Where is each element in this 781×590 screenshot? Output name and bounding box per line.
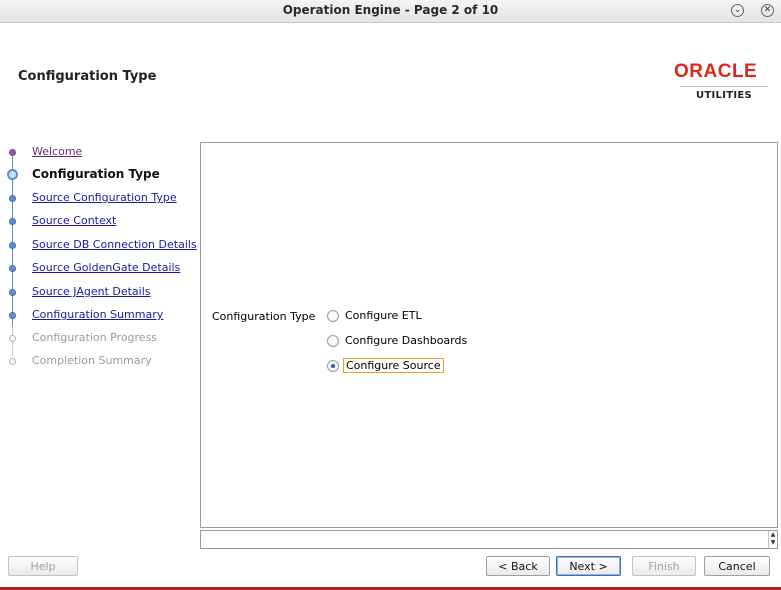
step-label[interactable]: Source DB Connection Details xyxy=(32,238,197,251)
step-label[interactable]: Source JAgent Details xyxy=(32,285,151,298)
step-label: Configuration Type xyxy=(32,167,160,181)
step-icon xyxy=(9,242,16,249)
step-completion-summary: Completion Summary xyxy=(0,352,200,372)
step-icon xyxy=(9,218,16,225)
step-source-goldengate-details[interactable]: Source GoldenGate Details xyxy=(0,259,200,279)
option-label[interactable]: Configure Source xyxy=(343,358,444,373)
finish-button[interactable]: Finish xyxy=(632,556,696,576)
step-label[interactable]: Source GoldenGate Details xyxy=(32,261,180,274)
step-label: Configuration Progress xyxy=(32,331,158,344)
step-icon xyxy=(9,195,16,202)
radio-button[interactable] xyxy=(327,335,339,347)
step-disabled-icon xyxy=(9,335,16,342)
close-icon[interactable]: ✕ xyxy=(761,4,774,17)
option-label[interactable]: Configure ETL xyxy=(343,309,424,322)
content-panel: Configuration Type Configure ETL Configu… xyxy=(200,142,778,528)
step-source-db-connection-details[interactable]: Source DB Connection Details xyxy=(0,236,200,256)
oracle-logo: ORACLE xyxy=(674,61,758,82)
message-area[interactable]: ▲ ▼ xyxy=(200,530,778,549)
step-current-icon xyxy=(7,169,18,180)
step-label: Completion Summary xyxy=(32,354,152,367)
help-button[interactable]: Help xyxy=(8,556,78,576)
step-label[interactable]: Source Configuration Type xyxy=(32,191,177,204)
step-source-configuration-type[interactable]: Source Configuration Type xyxy=(0,189,200,209)
step-label[interactable]: Welcome xyxy=(32,145,82,158)
window-titlebar: Operation Engine - Page 2 of 10 ⌄ ✕ xyxy=(0,0,781,23)
radio-button[interactable] xyxy=(327,310,339,322)
step-label[interactable]: Configuration Summary xyxy=(32,308,163,321)
step-configuration-progress: Configuration Progress xyxy=(0,329,200,349)
step-welcome[interactable]: Welcome xyxy=(0,143,200,163)
oracle-logo-subtitle: UTILITIES xyxy=(680,86,768,101)
step-configuration-summary[interactable]: Configuration Summary xyxy=(0,306,200,326)
step-source-jagent-details[interactable]: Source JAgent Details xyxy=(0,283,200,303)
wizard-footer: Help < Back Next > Finish Cancel xyxy=(0,551,781,590)
cancel-button[interactable]: Cancel xyxy=(704,556,770,576)
step-source-context[interactable]: Source Context xyxy=(0,212,200,232)
scroll-spinner-icon[interactable]: ▲ ▼ xyxy=(768,531,777,548)
next-button[interactable]: Next > xyxy=(556,556,621,576)
step-visited-icon xyxy=(9,149,16,156)
minimize-icon[interactable]: ⌄ xyxy=(731,4,744,17)
configuration-type-label: Configuration Type xyxy=(212,310,316,323)
step-icon xyxy=(9,289,16,296)
step-navigator: Welcome Configuration Type Source Config… xyxy=(0,140,200,528)
option-label[interactable]: Configure Dashboards xyxy=(343,334,469,347)
radio-button-selected[interactable] xyxy=(327,360,339,372)
step-disabled-icon xyxy=(9,358,16,365)
step-icon xyxy=(9,312,16,319)
back-button[interactable]: < Back xyxy=(486,556,550,576)
window-title: Operation Engine - Page 2 of 10 xyxy=(282,3,499,17)
step-label[interactable]: Source Context xyxy=(32,214,116,227)
page-title: Configuration Type xyxy=(18,69,157,84)
step-icon xyxy=(9,265,16,272)
step-configuration-type: Configuration Type xyxy=(0,165,200,185)
